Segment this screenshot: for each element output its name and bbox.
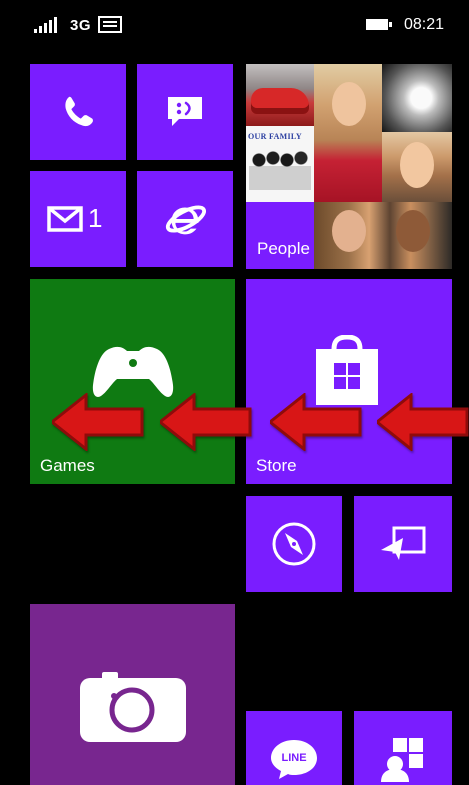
- photo-caption: OUR FAMILY: [248, 132, 302, 141]
- clock: 08:21: [404, 16, 445, 33]
- compass-tile[interactable]: [246, 496, 342, 592]
- messaging-icon: [168, 97, 202, 126]
- messaging-tile[interactable]: [137, 64, 233, 160]
- phone-tile[interactable]: [30, 64, 126, 160]
- contact-photo: OUR FAMILY: [246, 126, 314, 202]
- project-screen-icon: [381, 526, 426, 560]
- network-type: 3G: [70, 17, 92, 34]
- people-hub-tile[interactable]: [354, 711, 452, 785]
- camera-tile[interactable]: [30, 604, 235, 785]
- message-icon: [98, 16, 122, 33]
- left-arrow-icon: [377, 393, 469, 451]
- status-bar: 3G 08:21: [0, 0, 469, 52]
- store-tile-label: Store: [256, 456, 297, 475]
- contact-photo: [314, 64, 382, 202]
- people-tile-label: People: [257, 239, 310, 258]
- mail-tile[interactable]: 1: [30, 171, 126, 267]
- line-icon: LINE: [271, 740, 317, 779]
- store-tile[interactable]: Store: [246, 279, 452, 484]
- line-tile[interactable]: LINE: [246, 711, 342, 785]
- internet-explorer-tile[interactable]: [137, 171, 233, 267]
- compass-icon: [272, 522, 316, 566]
- project-screen-tile[interactable]: [354, 496, 452, 592]
- left-arrow-icon: [52, 393, 144, 451]
- mail-unread-count: 1: [88, 203, 103, 233]
- contact-photo: [314, 202, 452, 269]
- people-tile[interactable]: OUR FAMILY People: [246, 64, 452, 269]
- contact-photo: [382, 132, 452, 202]
- games-tile[interactable]: Games: [30, 279, 235, 484]
- camera-icon: [80, 672, 186, 742]
- left-arrow-icon: [270, 393, 362, 451]
- contact-photo: [246, 64, 314, 126]
- signal-icon: [34, 17, 57, 33]
- left-arrow-icon: [160, 393, 252, 451]
- battery-icon: [366, 19, 392, 30]
- internet-explorer-icon: [165, 205, 207, 235]
- contact-photo: [382, 64, 452, 132]
- games-tile-label: Games: [40, 456, 95, 475]
- phone-icon: [65, 96, 93, 127]
- people-hub-icon: [381, 738, 423, 782]
- mail-icon: [47, 206, 83, 232]
- line-icon-text: LINE: [281, 752, 306, 764]
